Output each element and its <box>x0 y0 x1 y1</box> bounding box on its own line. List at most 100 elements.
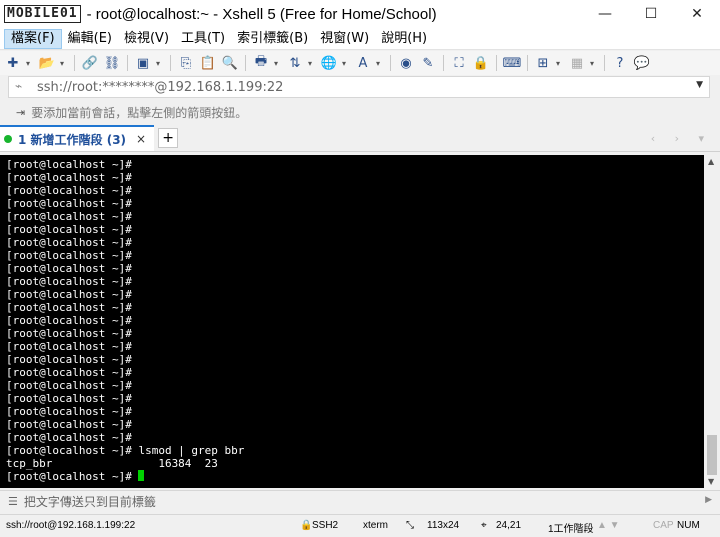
status-protocol: SSH2 <box>312 520 339 531</box>
print-icon[interactable]: 🖶 <box>252 54 270 72</box>
copy-icon[interactable]: ⎘ <box>177 54 195 72</box>
menu-tools[interactable]: 工具(T) <box>175 29 231 49</box>
maximize-icon: ☐ <box>644 6 658 22</box>
fullscreen-icon[interactable]: ⛶ <box>450 54 468 72</box>
terminal-scrollbar[interactable]: ▲ ▼ <box>704 155 720 488</box>
properties-icon[interactable]: ▣ <box>134 54 152 72</box>
add-tab-button[interactable]: + <box>158 128 179 148</box>
lock-icon[interactable]: 🔒 <box>472 54 490 72</box>
lock-icon: 🔒 <box>300 520 313 531</box>
tab-close-icon[interactable]: × <box>136 132 146 146</box>
script-icon[interactable]: ✎ <box>419 54 437 72</box>
scroll-down-icon[interactable]: ▼ <box>708 477 714 486</box>
terminal-prompt-line: [root@localhost ~]# <box>6 470 704 483</box>
chevron-down-icon[interactable]: ▼ <box>696 80 703 90</box>
keyboard-icon[interactable]: ⌨ <box>503 54 522 72</box>
close-icon: ✕ <box>691 6 703 22</box>
terminal-line: [root@localhost ~]# <box>6 184 132 197</box>
toolbar: ✚ ▾ 📂 ▾ 🔗 ⛓ ▣ ▾ ⎘ 📋 🔍 🖶 ▾ ⇅ ▾ 🌐 ▾ A ▾ ◉ … <box>0 51 720 75</box>
font-icon[interactable]: A <box>354 54 372 72</box>
terminal-line: [root@localhost ~]# <box>6 405 132 418</box>
find-icon[interactable]: 🔍 <box>221 54 239 72</box>
status-connection: ssh://root@192.168.1.199:22 <box>6 520 136 531</box>
toolbar-divider <box>390 55 391 71</box>
tab-bar: 1 新增工作階段 (3) × + ‹ › ▾ <box>0 125 720 152</box>
close-button[interactable]: ✕ <box>674 0 720 28</box>
chevron-down-icon[interactable]: ▾ <box>308 59 316 68</box>
chat-icon[interactable]: 💬 <box>633 54 651 72</box>
chevron-down-icon[interactable]: ▾ <box>274 59 282 68</box>
open-folder-icon[interactable]: 📂 <box>38 54 56 72</box>
scrollbar-thumb[interactable] <box>707 435 717 475</box>
tab-nav-arrows[interactable]: ‹ › ▾ <box>651 132 712 145</box>
terminal-line: [root@localhost ~]# <box>6 197 132 210</box>
toolbar-divider <box>170 55 171 71</box>
compose-bar[interactable]: ☰ 把文字傳送只到目前標籤 ▶ <box>0 490 720 512</box>
disconnect-icon[interactable]: ⛓ <box>103 54 121 72</box>
globe-icon[interactable]: 🌐 <box>320 54 338 72</box>
transfer-icon[interactable]: ⇅ <box>286 54 304 72</box>
link-icon[interactable]: 🔗 <box>81 54 99 72</box>
new-session-icon[interactable]: ✚ <box>4 54 22 72</box>
session-hint-text: 要添加當前會話，點擊左側的箭頭按鈕。 <box>31 105 248 120</box>
chevron-down-icon[interactable]: ▾ <box>556 59 564 68</box>
chevron-down-icon[interactable]: ▾ <box>590 59 598 68</box>
new-tab-icon[interactable]: ⊞ <box>534 54 552 72</box>
layout-icon[interactable]: ▦ <box>568 54 586 72</box>
chevron-right-icon[interactable]: ▶ <box>705 495 712 505</box>
logo-text: MOBILE01 <box>4 5 81 23</box>
maximize-button[interactable]: ☐ <box>628 0 674 28</box>
chevron-down-icon[interactable]: ▾ <box>26 59 34 68</box>
scroll-up-icon[interactable]: ▲ <box>708 157 714 166</box>
terminal-line: [root@localhost ~]# <box>6 275 132 288</box>
current-prompt: [root@localhost ~]# <box>6 470 139 483</box>
xftp-icon[interactable]: ◉ <box>397 54 415 72</box>
help-icon[interactable]: ? <box>611 54 629 72</box>
address-icon: ⌁ <box>15 79 23 93</box>
tab-session[interactable]: 1 新增工作階段 (3) × <box>0 125 155 151</box>
terminal-cursor <box>138 470 145 481</box>
menu-file[interactable]: 檔案(F) <box>4 28 62 49</box>
chevron-down-icon[interactable]: ▾ <box>156 59 164 68</box>
menu-help[interactable]: 說明(H) <box>375 29 433 49</box>
chevron-down-icon[interactable]: ▾ <box>342 59 350 68</box>
bookmark-arrow-icon[interactable]: ⇥ <box>16 106 25 119</box>
paste-icon[interactable]: 📋 <box>199 54 217 72</box>
terminal-line: [root@localhost ~]# <box>6 223 132 236</box>
status-terminal-type: xterm <box>363 520 388 531</box>
toolbar-divider <box>127 55 128 71</box>
chevron-down-icon[interactable]: ▾ <box>376 59 384 68</box>
minimize-button[interactable]: — <box>582 0 628 28</box>
toolbar-divider <box>496 55 497 71</box>
menu-view[interactable]: 檢視(V) <box>118 29 175 49</box>
terminal-line: [root@localhost ~]# <box>6 249 132 262</box>
terminal-command-line: [root@localhost ~]# lsmod | grep bbr <box>6 444 245 457</box>
terminal-line: [root@localhost ~]# <box>6 301 132 314</box>
terminal-line: [root@localhost ~]# <box>6 340 132 353</box>
toolbar-divider <box>245 55 246 71</box>
terminal-line: [root@localhost ~]# <box>6 353 132 366</box>
status-bar: ssh://root@192.168.1.199:22 🔒 SSH2 xterm… <box>0 514 720 537</box>
terminal-line: [root@localhost ~]# <box>6 210 132 223</box>
terminal-line: [root@localhost ~]# <box>6 327 132 340</box>
chevron-down-icon[interactable]: ▾ <box>60 59 68 68</box>
title-bar: MOBILE01 - root@localhost:~ - Xshell 5 (… <box>0 0 720 28</box>
terminal-line: [root@localhost ~]# <box>6 288 132 301</box>
compose-menu-icon[interactable]: ☰ <box>8 495 18 508</box>
session-nav-icons[interactable]: ▲ ▼ <box>597 520 620 531</box>
address-bar[interactable]: ⌁ ssh://root:********@192.168.1.199:22 ▼ <box>8 76 710 98</box>
terminal-line: [root@localhost ~]# <box>6 379 132 392</box>
menu-tabs[interactable]: 索引標籤(B) <box>231 29 314 49</box>
toolbar-divider <box>443 55 444 71</box>
tab-label: 1 新增工作階段 (3) <box>18 132 127 147</box>
menu-window[interactable]: 視窗(W) <box>314 29 375 49</box>
status-caps: CAP <box>653 520 674 531</box>
terminal-size-icon: ⤡ <box>406 520 414 531</box>
toolbar-divider <box>74 55 75 71</box>
compose-input[interactable]: 把文字傳送只到目前標籤 <box>24 493 156 510</box>
terminal-line: [root@localhost ~]# <box>6 314 132 327</box>
address-input[interactable]: ssh://root:********@192.168.1.199:22 <box>37 80 283 95</box>
terminal[interactable]: [root@localhost ~]# [root@localhost ~]# … <box>0 155 704 488</box>
menu-edit[interactable]: 編輯(E) <box>62 29 118 49</box>
terminal-line: [root@localhost ~]# <box>6 392 132 405</box>
